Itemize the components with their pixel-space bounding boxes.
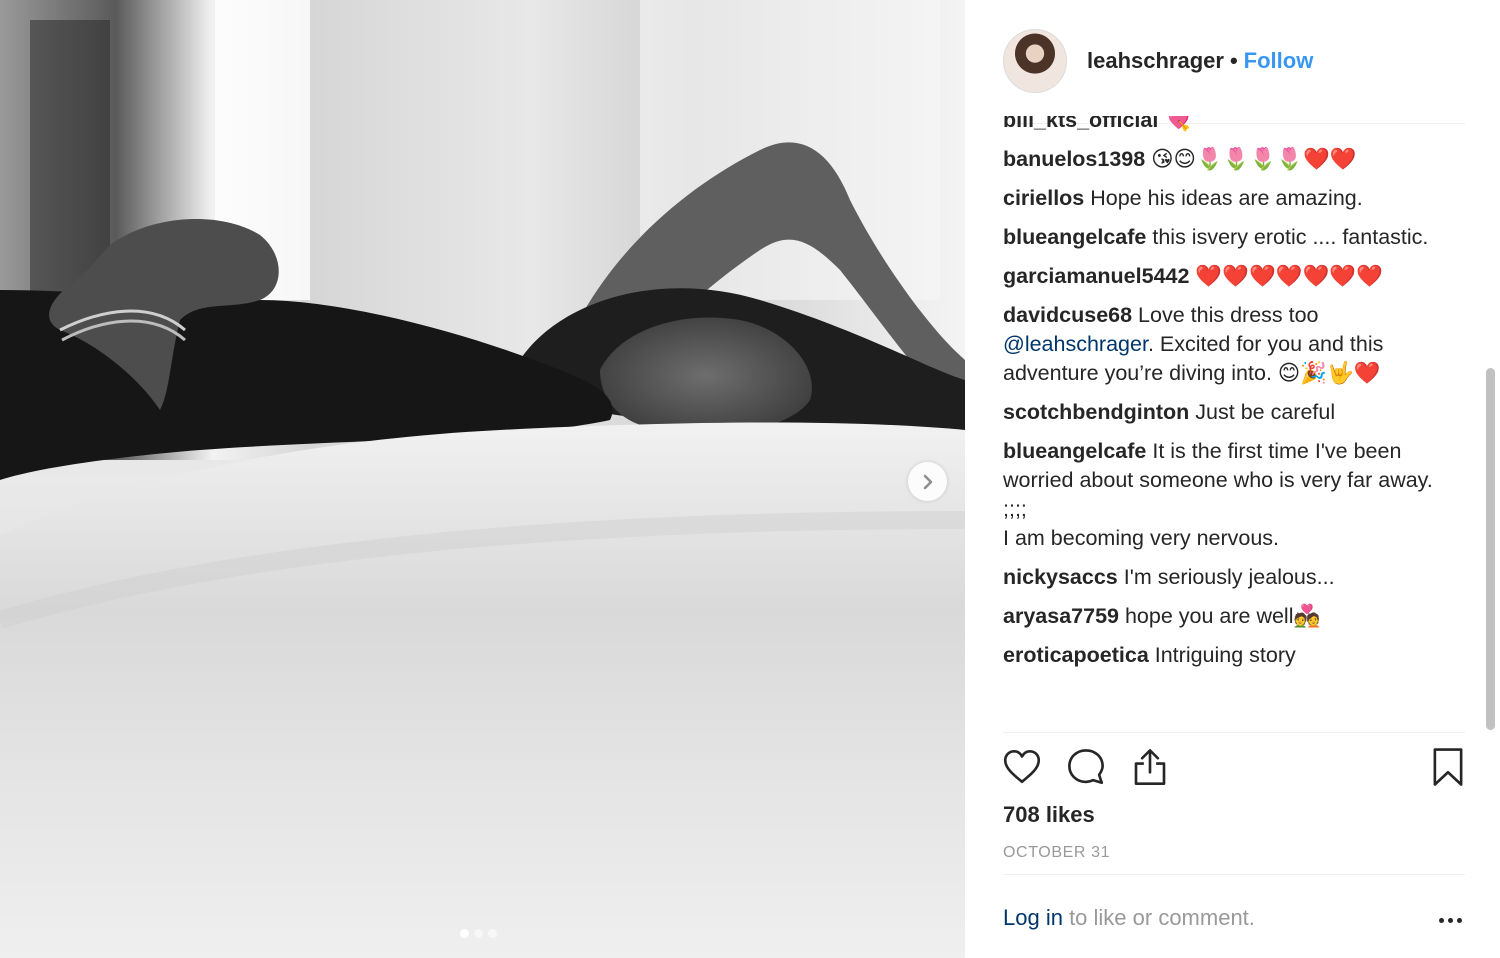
more-options-button[interactable]: [1435, 908, 1465, 932]
login-prompt-text: to like or comment.: [1062, 905, 1255, 930]
post-photo[interactable]: [0, 0, 965, 958]
carousel-next-button[interactable]: [908, 462, 947, 501]
comments-scroll-area[interactable]: bill_kts_official 💘 banuelos1398 😘😊🌷🌷🌷🌷❤…: [1003, 116, 1481, 730]
comment-text: 😘😊🌷🌷🌷🌷❤️❤️: [1145, 147, 1357, 171]
comments-scrollbar[interactable]: [1486, 368, 1495, 730]
comment: aryasa7759 hope you are well💑: [1003, 602, 1448, 631]
comment-username[interactable]: blueangelcafe: [1003, 225, 1146, 249]
comment-text: Hope his ideas are amazing.: [1084, 186, 1363, 210]
post-date[interactable]: OCTOBER 31: [1003, 844, 1110, 862]
comment: nickysaccs I'm seriously jealous...: [1003, 563, 1448, 592]
comment: scotchbendginton Just be careful: [1003, 398, 1448, 427]
likes-count[interactable]: 708 likes: [1003, 802, 1095, 828]
comment-text: 💘: [1158, 116, 1192, 132]
like-button[interactable]: [1001, 746, 1045, 790]
more-dots-icon: [1438, 917, 1444, 923]
comment: blueangelcafe It is the first time I've …: [1003, 437, 1448, 553]
heart-icon: [1003, 749, 1041, 784]
comment-text: Love this dress too: [1132, 303, 1319, 327]
save-button[interactable]: [1427, 746, 1471, 790]
comment-text: I'm seriously jealous...: [1117, 565, 1335, 589]
photo-scene: [0, 0, 965, 958]
post-header: leahschrager • Follow: [1003, 28, 1313, 94]
separator-dot: •: [1229, 48, 1238, 73]
more-dots-icon: [1456, 917, 1462, 923]
comment: davidcuse68 Love this dress too @leahsch…: [1003, 301, 1448, 388]
comment-text-line: I am becoming very nervous.: [1003, 526, 1280, 550]
comment-button[interactable]: [1065, 746, 1109, 790]
comment-username[interactable]: ciriellos: [1003, 186, 1084, 210]
carousel-dots: [460, 929, 497, 938]
avatar[interactable]: [1003, 29, 1067, 93]
comment-text: ❤️❤️❤️❤️❤️❤️❤️: [1189, 264, 1383, 288]
comment-bubble-icon: [1068, 749, 1104, 785]
author-username[interactable]: leahschrager: [1087, 48, 1224, 74]
login-link[interactable]: Log in: [1003, 905, 1063, 930]
bookmark-icon: [1433, 748, 1463, 786]
comment-username[interactable]: eroticapoetica: [1003, 643, 1149, 667]
comment-username[interactable]: scotchbendginton: [1003, 400, 1189, 424]
comment-username[interactable]: banuelos1398: [1003, 147, 1145, 171]
chevron-right-icon: [923, 474, 932, 489]
divider: [1003, 732, 1465, 733]
comment: ciriellos Hope his ideas are amazing.: [1003, 184, 1448, 213]
comment: blueangelcafe this isvery erotic .... fa…: [1003, 223, 1448, 252]
comment: banuelos1398 😘😊🌷🌷🌷🌷❤️❤️: [1003, 145, 1448, 174]
follow-button[interactable]: Follow: [1244, 48, 1314, 74]
comment-text: Intriguing story: [1148, 643, 1296, 667]
comment-username[interactable]: davidcuse68: [1003, 303, 1132, 327]
comment: eroticapoetica Intriguing story: [1003, 641, 1448, 670]
share-icon: [1134, 749, 1166, 785]
comment-username[interactable]: blueangelcafe: [1003, 439, 1146, 463]
share-button[interactable]: [1129, 746, 1173, 790]
comment-username[interactable]: nickysaccs: [1003, 565, 1118, 589]
comment-text-line: ;;;;: [1003, 497, 1027, 521]
carousel-dot[interactable]: [474, 929, 483, 938]
more-dots-icon: [1447, 917, 1453, 923]
comment: bill_kts_official 💘: [1003, 116, 1448, 135]
carousel-dot[interactable]: [488, 929, 497, 938]
comment: garciamanuel5442 ❤️❤️❤️❤️❤️❤️❤️: [1003, 262, 1448, 291]
comment-text: Just be careful: [1189, 400, 1336, 424]
comment-text: hope you are well💑: [1118, 604, 1321, 628]
comment-username[interactable]: garciamanuel5442: [1003, 264, 1189, 288]
post-side-panel: leahschrager • Follow bill_kts_official …: [965, 0, 1500, 958]
carousel-dot[interactable]: [460, 929, 469, 938]
comment-username[interactable]: aryasa7759: [1003, 604, 1119, 628]
comment-mention-link[interactable]: @leahschrager: [1003, 332, 1148, 356]
comments-list: bill_kts_official 💘 banuelos1398 😘😊🌷🌷🌷🌷❤…: [1003, 116, 1448, 680]
comment-username[interactable]: bill_kts_official: [1003, 116, 1158, 132]
action-bar: [1003, 746, 1465, 792]
comment-text: this isvery erotic .... fantastic.: [1146, 225, 1429, 249]
divider: [1003, 874, 1465, 875]
login-prompt: Log in to like or comment.: [1003, 905, 1255, 931]
